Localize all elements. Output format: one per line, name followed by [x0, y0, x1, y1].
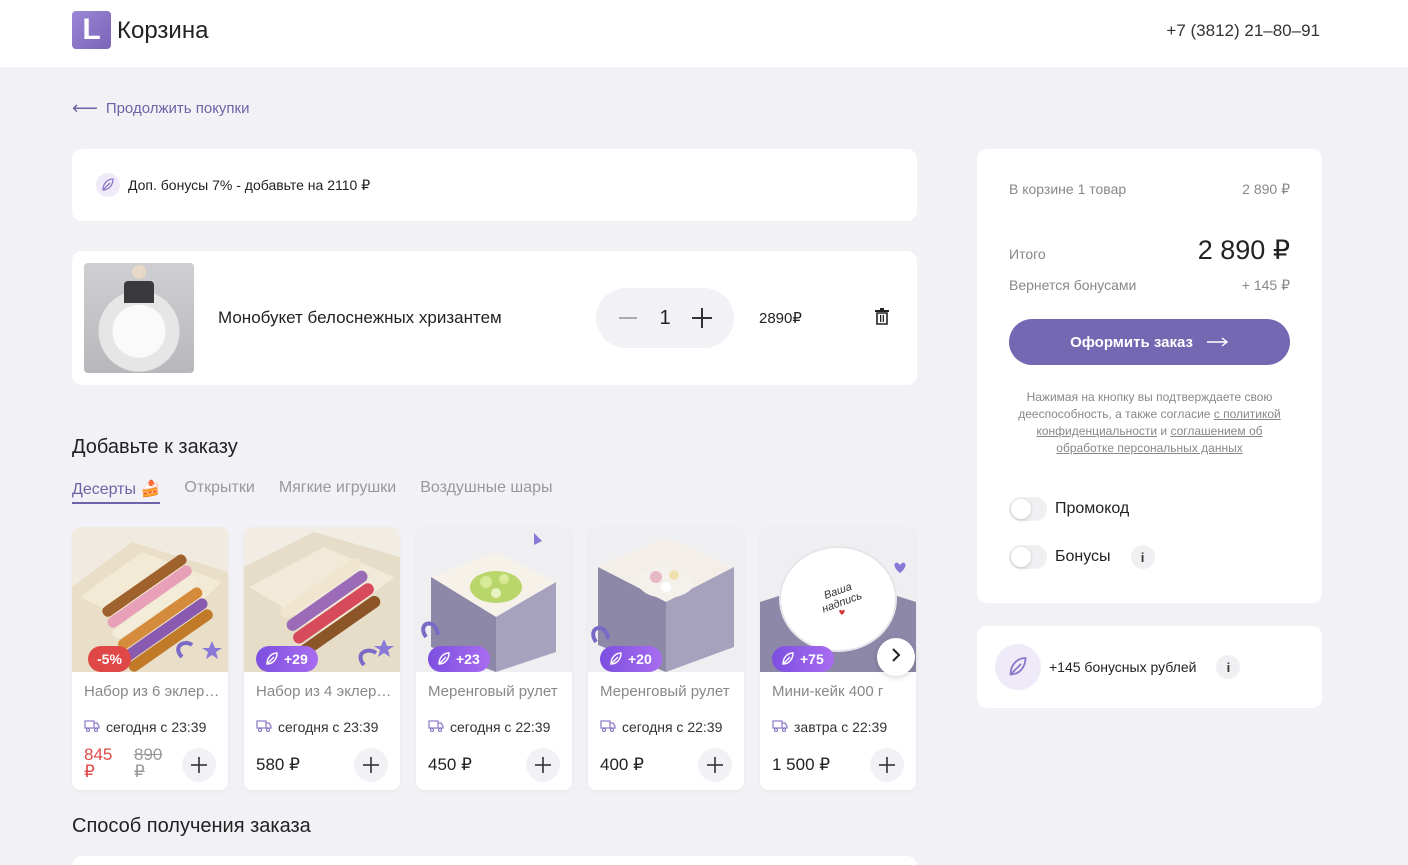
product-card[interactable]: +29 Набор из 4 эклеров сегодня с 23:39 5…	[244, 527, 400, 790]
truck-icon	[84, 719, 100, 735]
bonuses-toggle[interactable]	[1009, 545, 1047, 569]
tab-balloons[interactable]: Воздушные шары	[420, 479, 552, 504]
delivery-time: сегодня с 23:39	[256, 719, 378, 735]
add-to-cart-button[interactable]	[870, 748, 904, 782]
product-price: 450 ₽	[428, 755, 472, 774]
leaf-icon	[96, 173, 120, 197]
product-image[interactable]: +20	[588, 527, 744, 672]
info-icon[interactable]: i	[1130, 545, 1155, 569]
add-to-cart-button[interactable]	[698, 748, 732, 782]
cart-item-price: 2890₽	[759, 310, 802, 327]
product-name[interactable]: Набор из 6 эклеров	[84, 683, 220, 700]
quantity-value: 1	[659, 306, 671, 329]
bonus-hint-text: Доп. бонусы 7% - добавьте на 2110 ₽	[128, 176, 371, 193]
product-card[interactable]: -5% Набор из 6 эклеров сегодня с 23:39 8…	[72, 527, 228, 790]
delivery-time: завтра с 22:39	[772, 719, 887, 735]
bonus-badge: +23	[428, 646, 490, 672]
chevron-right-icon	[891, 647, 901, 667]
add-to-cart-button[interactable]	[526, 748, 560, 782]
delivery-time: сегодня с 23:39	[84, 719, 206, 735]
product-photo[interactable]	[84, 263, 194, 373]
bonus-badge: +29	[256, 646, 318, 672]
product-image[interactable]: +23	[416, 527, 572, 672]
cart-item-name[interactable]: Монобукет белоснежных хризантем	[218, 308, 502, 328]
page-title: Корзина	[117, 17, 209, 44]
bonus-rewards-card: +145 бонусных рублей i	[977, 626, 1322, 708]
increase-quantity-button[interactable]	[690, 306, 714, 330]
cart-item: Монобукет белоснежных хризантем 1 2890₽	[72, 251, 917, 385]
decrease-quantity-button[interactable]	[616, 306, 640, 330]
promo-row: Промокод	[1009, 497, 1129, 521]
product-name[interactable]: Набор из 4 эклеров	[256, 683, 392, 700]
tab-cards[interactable]: Открытки	[184, 479, 254, 504]
product-card[interactable]: +23 Меренговый рулет сегодня с 22:39 450…	[416, 527, 572, 790]
bonus-badge: +20	[600, 646, 662, 672]
tab-soft-toys[interactable]: Мягкие игрушки	[279, 479, 396, 504]
promo-toggle[interactable]	[1009, 497, 1047, 521]
addons-tabs: Десерты 🍰 Открытки Мягкие игрушки Воздуш…	[72, 479, 553, 504]
bonus-rewards-text: +145 бонусных рублей	[1049, 659, 1197, 675]
total-value: 2 890 ₽	[1197, 235, 1290, 265]
bonus-back-row: Вернется бонусами + 145 ₽	[1009, 277, 1290, 293]
product-price: 1 500 ₽	[772, 755, 831, 774]
product-name[interactable]: Меренговый рулет	[600, 683, 736, 700]
checkout-button[interactable]: Оформить заказ	[1009, 319, 1290, 365]
product-card[interactable]: +20 Меренговый рулет сегодня с 22:39 400…	[588, 527, 744, 790]
leaf-icon	[995, 644, 1041, 690]
quantity-stepper: 1	[596, 288, 734, 348]
arrow-left-icon: ⟵	[72, 98, 98, 118]
info-icon[interactable]: i	[1216, 655, 1241, 679]
product-image[interactable]: -5%	[72, 527, 228, 672]
truck-icon	[428, 719, 444, 735]
truck-icon	[256, 719, 272, 735]
phone-number[interactable]: +7 (3812) 21–80–91	[1166, 21, 1320, 41]
price-new: 845 ₽	[84, 745, 113, 781]
logo[interactable]: L	[72, 11, 111, 49]
product-price: 580 ₽	[256, 755, 300, 774]
legal-notice: Нажимая на кнопку вы подтверждаете свою …	[1018, 390, 1281, 455]
truck-icon	[600, 719, 616, 735]
add-to-cart-button[interactable]	[182, 748, 216, 782]
discount-badge: -5%	[88, 646, 131, 672]
truck-icon	[772, 719, 788, 735]
product-name[interactable]: Мини-кейк 400 г	[772, 683, 908, 700]
continue-shopping-label: Продолжить покупки	[105, 100, 250, 117]
bonuses-row: Бонусы i	[1009, 545, 1155, 569]
arrow-right-icon	[1206, 334, 1229, 351]
bonus-badge: +75	[772, 646, 834, 672]
product-image[interactable]: +29	[244, 527, 400, 672]
add-to-cart-button[interactable]	[354, 748, 388, 782]
delivery-time: сегодня с 22:39	[428, 719, 550, 735]
order-summary: В корзине 1 товар 2 890 ₽ Итого 2 890 ₽ …	[977, 149, 1322, 603]
items-count-row: В корзине 1 товар 2 890 ₽	[1009, 181, 1290, 197]
carousel-next-button[interactable]	[877, 638, 915, 676]
addons-title: Добавьте к заказу	[72, 436, 238, 458]
total-row: Итого 2 890 ₽	[1009, 235, 1290, 265]
bonus-hint-card: Доп. бонусы 7% - добавьте на 2110 ₽	[72, 149, 917, 221]
tab-desserts[interactable]: Десерты 🍰	[72, 479, 161, 504]
product-price: 400 ₽	[600, 755, 644, 774]
delivery-time: сегодня с 22:39	[600, 719, 722, 735]
delivery-section-title: Способ получения заказа	[72, 815, 311, 837]
price-old: 890 ₽	[134, 745, 163, 781]
product-name[interactable]: Меренговый рулет	[428, 683, 564, 700]
continue-shopping-link[interactable]: ⟵ Продолжить покупки	[72, 98, 250, 119]
header: L Корзина +7 (3812) 21–80–91	[0, 0, 1408, 67]
trash-icon[interactable]	[875, 308, 891, 326]
delivery-options-card	[72, 856, 917, 865]
